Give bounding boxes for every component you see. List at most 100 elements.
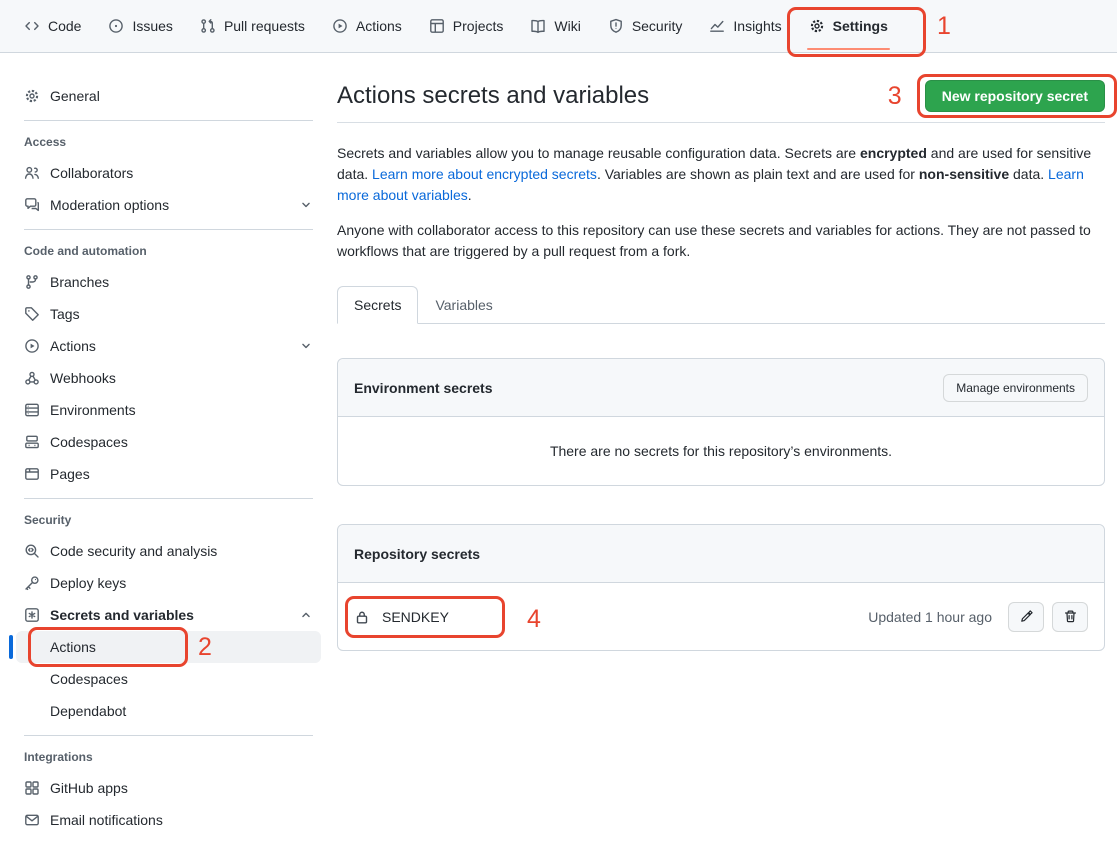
git-pull-request-icon: [200, 18, 216, 34]
description-text: .: [468, 187, 472, 203]
sidebar-divider: [24, 735, 313, 736]
sidebar-section-title-security: Security: [24, 513, 313, 527]
sidebar-item-branches[interactable]: Branches: [16, 266, 321, 298]
description-text: . Variables are shown as plain text and …: [597, 166, 919, 182]
sidebar-subitem-codespaces[interactable]: Codespaces: [16, 663, 321, 695]
mail-icon: [24, 812, 40, 828]
secrets-variables-tabnav: Secrets Variables: [337, 286, 1105, 324]
nav-tab-security[interactable]: Security: [597, 0, 694, 52]
environment-secrets-box: Environment secrets Manage environments …: [337, 358, 1105, 486]
sidebar-item-label: Email notifications: [50, 812, 163, 828]
tab-variables[interactable]: Variables: [418, 286, 509, 324]
sidebar-divider: [24, 229, 313, 230]
sidebar-item-webhooks[interactable]: Webhooks: [16, 362, 321, 394]
annotation-number-2: 2: [198, 635, 212, 660]
delete-secret-button[interactable]: [1052, 602, 1088, 632]
sidebar-item-deploy-keys[interactable]: Deploy keys: [16, 567, 321, 599]
edit-secret-button[interactable]: [1008, 602, 1044, 632]
sidebar-item-github-apps[interactable]: GitHub apps: [16, 772, 321, 804]
key-asterisk-icon: [24, 607, 40, 623]
sidebar-item-label: Secrets and variables: [50, 607, 194, 623]
secret-row: SENDKEY 4 Updated 1 hour ago: [338, 583, 1104, 650]
sidebar-item-label: Pages: [50, 466, 90, 482]
trash-icon: [1063, 609, 1078, 624]
sidebar-item-codespaces[interactable]: Codespaces: [16, 426, 321, 458]
sidebar-item-label: Environments: [50, 402, 136, 418]
sidebar-item-pages[interactable]: Pages: [16, 458, 321, 490]
description-paragraph-1: Secrets and variables allow you to manag…: [337, 143, 1105, 206]
sidebar-item-label: Dependabot: [50, 703, 126, 719]
chevron-down-icon: [299, 198, 313, 212]
sidebar-subitem-actions[interactable]: Actions 2: [16, 631, 321, 663]
key-icon: [24, 575, 40, 591]
graph-icon: [709, 18, 725, 34]
nav-tab-insights[interactable]: Insights: [698, 0, 792, 52]
issue-opened-icon: [108, 18, 124, 34]
nav-tab-pull-requests[interactable]: Pull requests: [189, 0, 316, 52]
nav-tab-label: Projects: [453, 18, 504, 34]
sidebar-item-code-security[interactable]: Code security and analysis: [16, 535, 321, 567]
repo-nav: Code Issues Pull requests Actions Projec…: [0, 0, 1117, 52]
sidebar-subitem-dependabot[interactable]: Dependabot: [16, 695, 321, 727]
sidebar-item-label: Webhooks: [50, 370, 116, 386]
sidebar-item-label: Moderation options: [50, 197, 169, 213]
sidebar-divider: [24, 120, 313, 121]
codespaces-icon: [24, 434, 40, 450]
nav-tab-settings[interactable]: Settings 1: [798, 0, 899, 52]
server-icon: [24, 402, 40, 418]
sidebar-item-label: Tags: [50, 306, 80, 322]
chevron-up-icon: [299, 608, 313, 622]
manage-environments-button[interactable]: Manage environments: [943, 374, 1088, 402]
nav-tab-label: Wiki: [554, 18, 580, 34]
repo-header: Code Issues Pull requests Actions Projec…: [0, 0, 1117, 53]
new-repository-secret-label: New repository secret: [942, 88, 1088, 104]
description-text: Secrets and variables allow you to manag…: [337, 145, 860, 161]
sidebar-section-title-integrations: Integrations: [24, 750, 313, 764]
gear-icon: [809, 18, 825, 34]
sidebar-item-label: Code security and analysis: [50, 543, 217, 559]
new-repository-secret-button[interactable]: New repository secret 3: [925, 80, 1105, 112]
comment-discussion-icon: [24, 197, 40, 213]
nav-tab-code[interactable]: Code: [13, 0, 92, 52]
sidebar-item-email-notifications[interactable]: Email notifications: [16, 804, 321, 836]
sidebar-section-title-code-automation: Code and automation: [24, 244, 313, 258]
sidebar-divider: [24, 498, 313, 499]
environment-secrets-title: Environment secrets: [354, 380, 493, 396]
tab-secrets[interactable]: Secrets: [337, 286, 418, 324]
nav-tab-wiki[interactable]: Wiki: [519, 0, 591, 52]
chevron-down-icon: [299, 339, 313, 353]
sidebar-item-general[interactable]: General: [16, 80, 321, 112]
browser-icon: [24, 466, 40, 482]
sidebar-item-collaborators[interactable]: Collaborators: [16, 157, 321, 189]
tag-icon: [24, 306, 40, 322]
description-bold: non-sensitive: [919, 166, 1009, 182]
settings-sidebar: General Access Collaborators Moderation …: [0, 53, 337, 836]
book-icon: [530, 18, 546, 34]
sidebar-item-label: Actions: [50, 639, 96, 655]
sidebar-item-secrets-and-variables[interactable]: Secrets and variables: [16, 599, 321, 631]
sidebar-item-label: Branches: [50, 274, 109, 290]
sidebar-item-moderation-options[interactable]: Moderation options: [16, 189, 321, 221]
nav-tab-label: Code: [48, 18, 81, 34]
nav-tab-issues[interactable]: Issues: [97, 0, 183, 52]
sidebar-item-tags[interactable]: Tags: [16, 298, 321, 330]
nav-tab-label: Insights: [733, 18, 781, 34]
secret-name-cell: SENDKEY 4: [354, 609, 449, 625]
webhook-icon: [24, 370, 40, 386]
sidebar-item-environments[interactable]: Environments: [16, 394, 321, 426]
code-icon: [24, 18, 40, 34]
nav-tab-label: Pull requests: [224, 18, 305, 34]
nav-tab-label: Issues: [132, 18, 172, 34]
nav-tab-projects[interactable]: Projects: [418, 0, 515, 52]
table-icon: [429, 18, 445, 34]
shield-icon: [608, 18, 624, 34]
sidebar-item-label: Codespaces: [50, 671, 128, 687]
title-row: Actions secrets and variables New reposi…: [337, 80, 1105, 112]
description-text: data.: [1009, 166, 1048, 182]
nav-tab-actions[interactable]: Actions: [321, 0, 413, 52]
play-icon: [24, 338, 40, 354]
sidebar-item-actions[interactable]: Actions: [16, 330, 321, 362]
link-encrypted-secrets[interactable]: Learn more about encrypted secrets: [372, 166, 597, 182]
repository-secrets-box: Repository secrets SENDKEY 4 Updated 1 h…: [337, 524, 1105, 651]
environment-secrets-empty-text: There are no secrets for this repository…: [338, 417, 1104, 485]
